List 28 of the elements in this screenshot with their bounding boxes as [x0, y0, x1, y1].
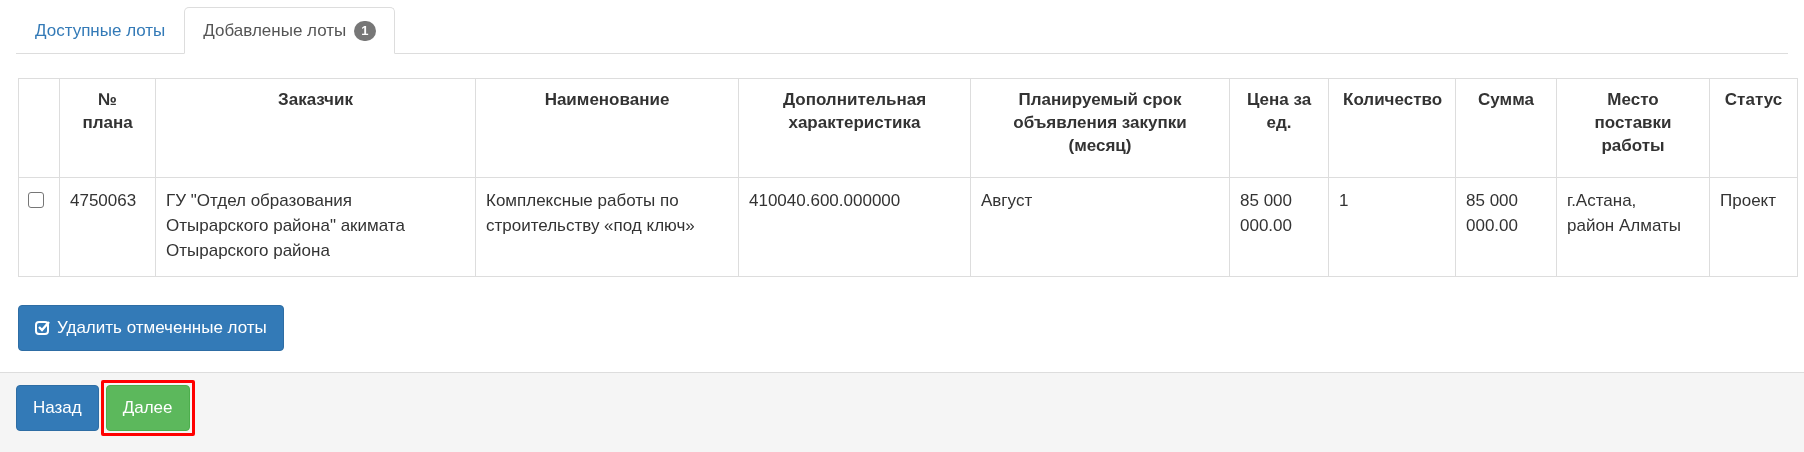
table-cell: 410040.600.000000 [749, 191, 901, 210]
column-header: Заказчик [278, 90, 353, 109]
column-header: № плана [82, 90, 133, 132]
table-cell: 4750063 [70, 191, 137, 210]
column-header: Планируемый срок объявления закупки (месяц) [1013, 90, 1187, 155]
column-header: Место поставки работы [1594, 90, 1672, 155]
tab[interactable]: Доступные лоты [16, 7, 185, 54]
column-header: Статус [1724, 90, 1783, 109]
table-cell: ГУ "Отдел образования Отырарского района" акимата Отырарского района [166, 191, 405, 260]
tab[interactable]: Добавленые лоты 1 [184, 7, 395, 54]
back-button[interactable]: Назад [16, 385, 99, 431]
table-cell: г.Астана, район Алматы [1567, 191, 1681, 235]
next-button[interactable]: Далее [105, 385, 190, 431]
table-cell: 1 [1339, 191, 1349, 210]
delete-button[interactable]: Удалить отмеченные лоты [18, 305, 284, 351]
column-header: Количество [1343, 90, 1443, 109]
column-header: Наименование [544, 90, 670, 109]
row-checkbox[interactable] [28, 192, 44, 208]
checked-box-icon [35, 320, 51, 336]
column-header: Сумма [1478, 90, 1534, 109]
count-badge: 1 [354, 20, 376, 41]
table-cell: Проект [1720, 191, 1776, 210]
column-header: Цена за ед. [1246, 90, 1312, 132]
table-cell: Комплексные работы по строительству «под ключ» [486, 191, 695, 235]
table-cell: 85 000 000.00 [1466, 191, 1518, 235]
column-header: Дополнительная характеристика [782, 90, 927, 132]
table-cell: 85 000 000.00 [1240, 191, 1292, 235]
table-cell: Август [981, 191, 1033, 210]
